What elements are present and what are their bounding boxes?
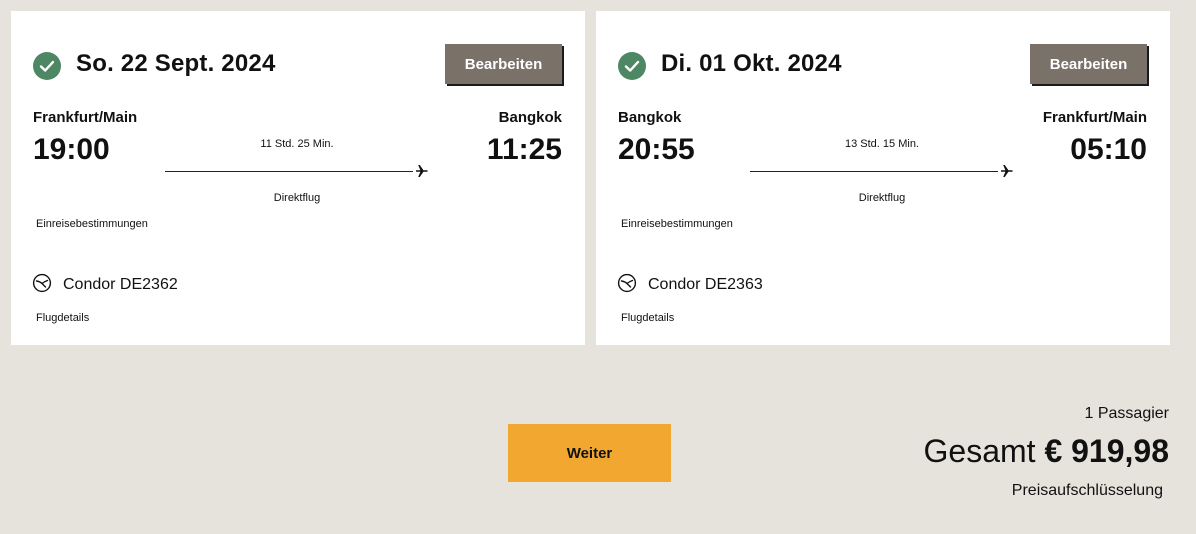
- arrival-city: Bangkok: [498, 109, 562, 126]
- edit-button[interactable]: Bearbeiten: [1030, 44, 1147, 84]
- route-line: [165, 171, 413, 172]
- plane-icon: [415, 164, 429, 178]
- continue-button[interactable]: Weiter: [508, 424, 671, 482]
- departure-city: Frankfurt/Main: [33, 109, 138, 126]
- arrival-time: 11:25: [486, 133, 562, 166]
- arrival-time: 05:10: [1070, 133, 1147, 166]
- route-line: [750, 171, 998, 172]
- flight-date: So. 22 Sept. 2024: [76, 50, 276, 77]
- total-amount: € 919,98: [1044, 433, 1169, 469]
- flight-stops: Direktflug: [858, 192, 906, 204]
- plane-icon: [1000, 164, 1014, 178]
- edit-button[interactable]: Bearbeiten: [445, 44, 562, 84]
- condor-logo-icon: [32, 273, 52, 293]
- flight-stops: Direktflug: [273, 192, 321, 204]
- arrival-city: Frankfurt/Main: [1042, 109, 1147, 126]
- flight-number: Condor DE2363: [648, 276, 763, 293]
- condor-logo-icon: [617, 273, 637, 293]
- price-breakdown-link[interactable]: Preisaufschlüsselung: [1012, 482, 1163, 500]
- check-circle-icon: [33, 52, 61, 80]
- flight-duration: 13 Std. 15 Min.: [845, 138, 919, 150]
- departure-time: 20:55: [618, 133, 695, 166]
- departure-city: Bangkok: [618, 109, 682, 126]
- entry-requirements-link[interactable]: Einreisebestimmungen: [36, 218, 148, 230]
- departure-time: 19:00: [33, 133, 110, 166]
- flight-duration: 11 Std. 25 Min.: [260, 138, 334, 150]
- entry-requirements-link[interactable]: Einreisebestimmungen: [621, 218, 733, 230]
- flight-details-link[interactable]: Flugdetails: [36, 312, 89, 324]
- total-label: Gesamt: [923, 433, 1036, 469]
- passenger-count: 1 Passagier: [1084, 405, 1170, 422]
- flight-card-inbound: Di. 01 Okt. 2024 Bearbeiten Bangkok Fran…: [596, 11, 1170, 345]
- check-circle-icon: [618, 52, 646, 80]
- flight-card-outbound: So. 22 Sept. 2024 Bearbeiten Frankfurt/M…: [11, 11, 585, 345]
- total-price: Gesamt € 919,98: [924, 433, 1169, 470]
- flight-details-link[interactable]: Flugdetails: [621, 312, 674, 324]
- flight-date: Di. 01 Okt. 2024: [661, 50, 842, 77]
- flight-number: Condor DE2362: [63, 276, 178, 293]
